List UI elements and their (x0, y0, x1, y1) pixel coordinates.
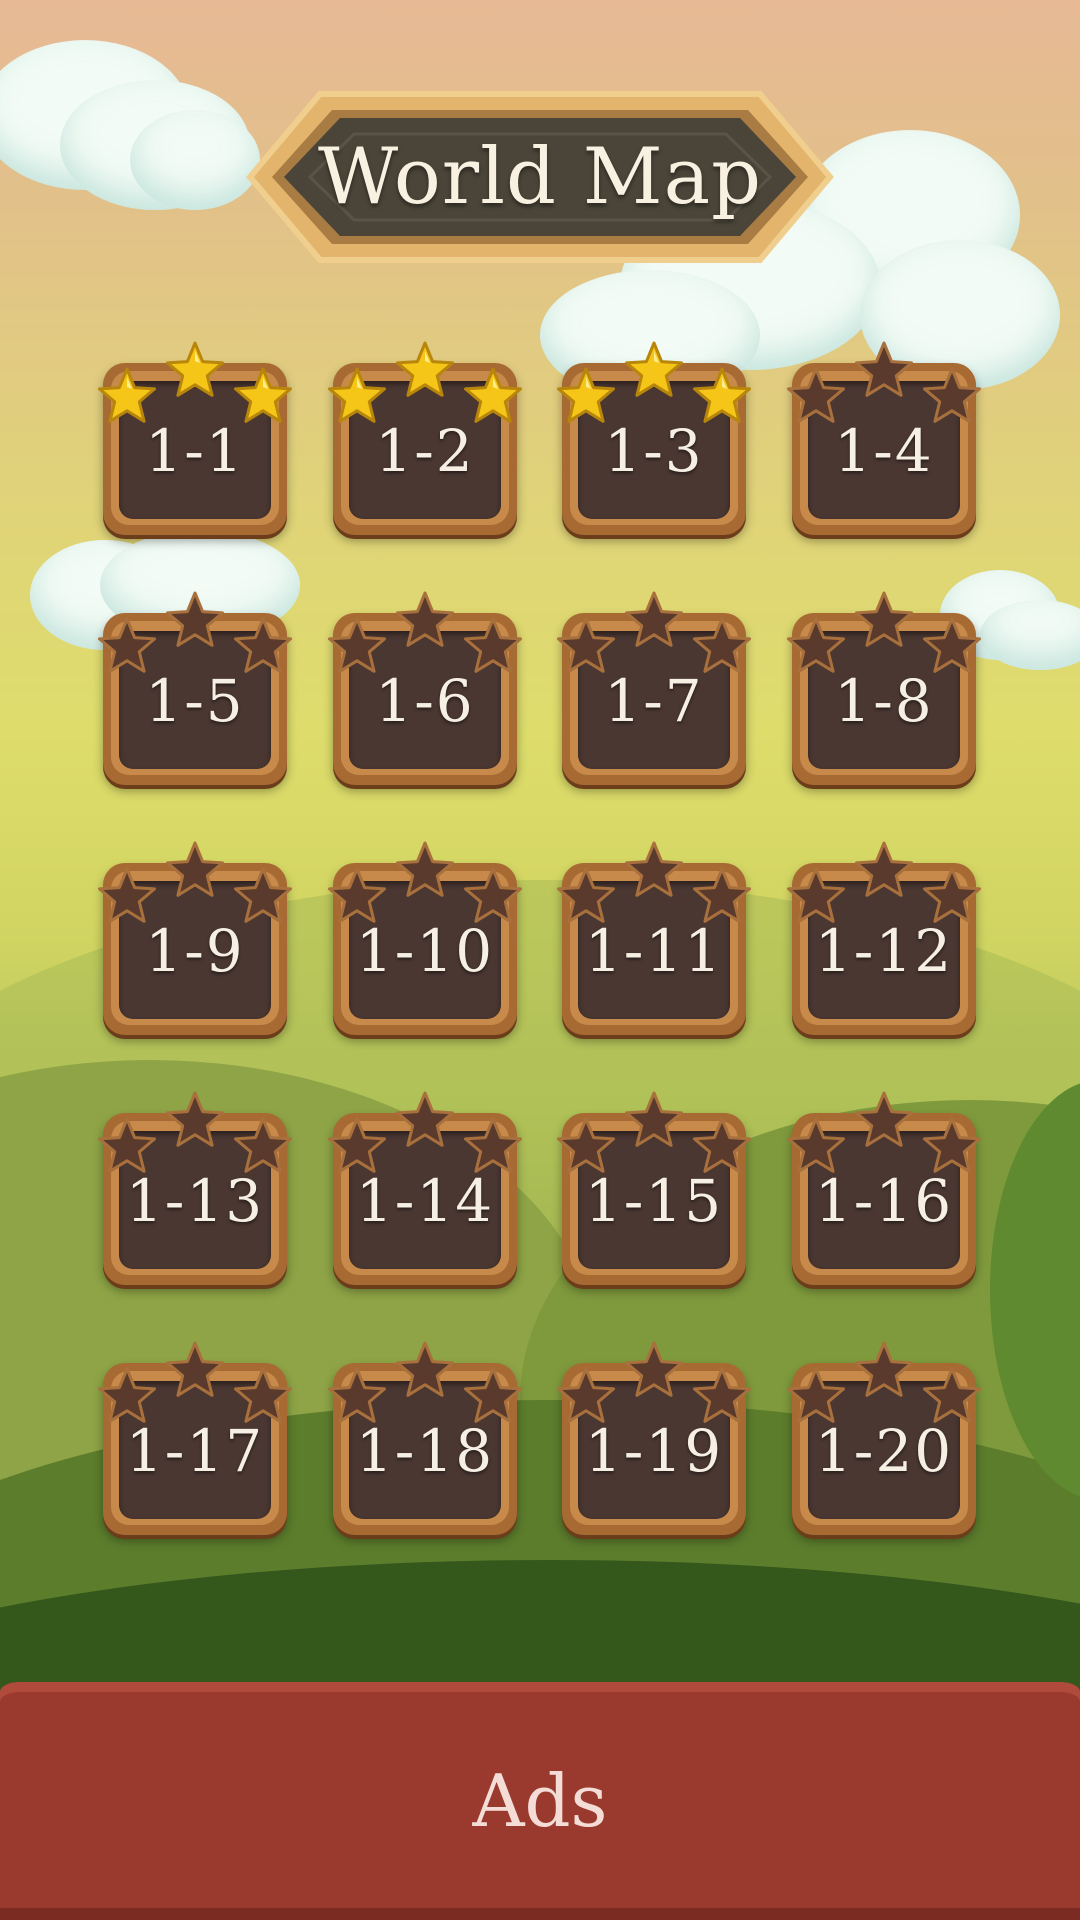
star-filled-icon (97, 367, 157, 425)
star-empty-icon (395, 591, 455, 649)
star-empty-icon (556, 617, 616, 675)
star-empty-icon (786, 1117, 846, 1175)
star-empty-icon (97, 867, 157, 925)
level-button[interactable]: 1-3 (556, 341, 752, 543)
star-empty-icon (556, 867, 616, 925)
level-button[interactable]: 1-11 (556, 841, 752, 1043)
level-button[interactable]: 1-5 (97, 591, 293, 793)
star-empty-icon (97, 1117, 157, 1175)
star-empty-icon (165, 1341, 225, 1399)
ads-bar[interactable]: Ads (0, 1682, 1080, 1920)
star-empty-icon (556, 1117, 616, 1175)
star-filled-icon (624, 341, 684, 399)
star-filled-icon (395, 341, 455, 399)
star-empty-icon (97, 617, 157, 675)
level-button[interactable]: 1-12 (786, 841, 982, 1043)
star-empty-icon (854, 1091, 914, 1149)
level-button[interactable]: 1-7 (556, 591, 752, 793)
level-button[interactable]: 1-16 (786, 1091, 982, 1293)
star-empty-icon (922, 367, 982, 425)
star-empty-icon (692, 617, 752, 675)
level-button[interactable]: 1-15 (556, 1091, 752, 1293)
star-filled-icon (692, 367, 752, 425)
star-empty-icon (233, 1117, 293, 1175)
star-empty-icon (327, 617, 387, 675)
level-button[interactable]: 1-17 (97, 1341, 293, 1543)
level-button[interactable]: 1-8 (786, 591, 982, 793)
star-empty-icon (165, 1091, 225, 1149)
star-empty-icon (786, 867, 846, 925)
level-button[interactable]: 1-10 (327, 841, 523, 1043)
star-filled-icon (463, 367, 523, 425)
star-empty-icon (395, 841, 455, 899)
star-empty-icon (854, 841, 914, 899)
star-empty-icon (233, 867, 293, 925)
star-empty-icon (922, 1367, 982, 1425)
star-empty-icon (922, 1117, 982, 1175)
star-empty-icon (922, 867, 982, 925)
level-button[interactable]: 1-2 (327, 341, 523, 543)
star-empty-icon (556, 1367, 616, 1425)
star-empty-icon (692, 867, 752, 925)
star-empty-icon (854, 341, 914, 399)
star-empty-icon (624, 1341, 684, 1399)
star-empty-icon (463, 1367, 523, 1425)
star-empty-icon (165, 841, 225, 899)
level-button[interactable]: 1-13 (97, 1091, 293, 1293)
star-empty-icon (463, 1117, 523, 1175)
star-empty-icon (233, 1367, 293, 1425)
star-filled-icon (165, 341, 225, 399)
star-empty-icon (692, 1117, 752, 1175)
star-empty-icon (854, 1341, 914, 1399)
level-button[interactable]: 1-6 (327, 591, 523, 793)
star-empty-icon (463, 617, 523, 675)
level-button[interactable]: 1-14 (327, 1091, 523, 1293)
star-empty-icon (922, 617, 982, 675)
star-empty-icon (854, 591, 914, 649)
level-button[interactable]: 1-20 (786, 1341, 982, 1543)
star-empty-icon (327, 1117, 387, 1175)
star-empty-icon (165, 591, 225, 649)
star-empty-icon (395, 1341, 455, 1399)
level-button[interactable]: 1-18 (327, 1341, 523, 1543)
star-empty-icon (624, 1091, 684, 1149)
star-empty-icon (624, 841, 684, 899)
star-empty-icon (327, 1367, 387, 1425)
star-empty-icon (463, 867, 523, 925)
level-button[interactable]: 1-1 (97, 341, 293, 543)
star-empty-icon (786, 1367, 846, 1425)
star-empty-icon (395, 1091, 455, 1149)
title-banner: World Map (210, 88, 870, 266)
star-empty-icon (692, 1367, 752, 1425)
ads-label: Ads (472, 1759, 608, 1843)
star-filled-icon (233, 367, 293, 425)
star-empty-icon (97, 1367, 157, 1425)
star-empty-icon (786, 367, 846, 425)
star-empty-icon (624, 591, 684, 649)
page-title: World Map (317, 132, 763, 222)
level-button[interactable]: 1-9 (97, 841, 293, 1043)
star-empty-icon (327, 867, 387, 925)
star-empty-icon (233, 617, 293, 675)
level-button[interactable]: 1-19 (556, 1341, 752, 1543)
star-filled-icon (327, 367, 387, 425)
level-button[interactable]: 1-4 (786, 341, 982, 543)
star-empty-icon (786, 617, 846, 675)
star-filled-icon (556, 367, 616, 425)
